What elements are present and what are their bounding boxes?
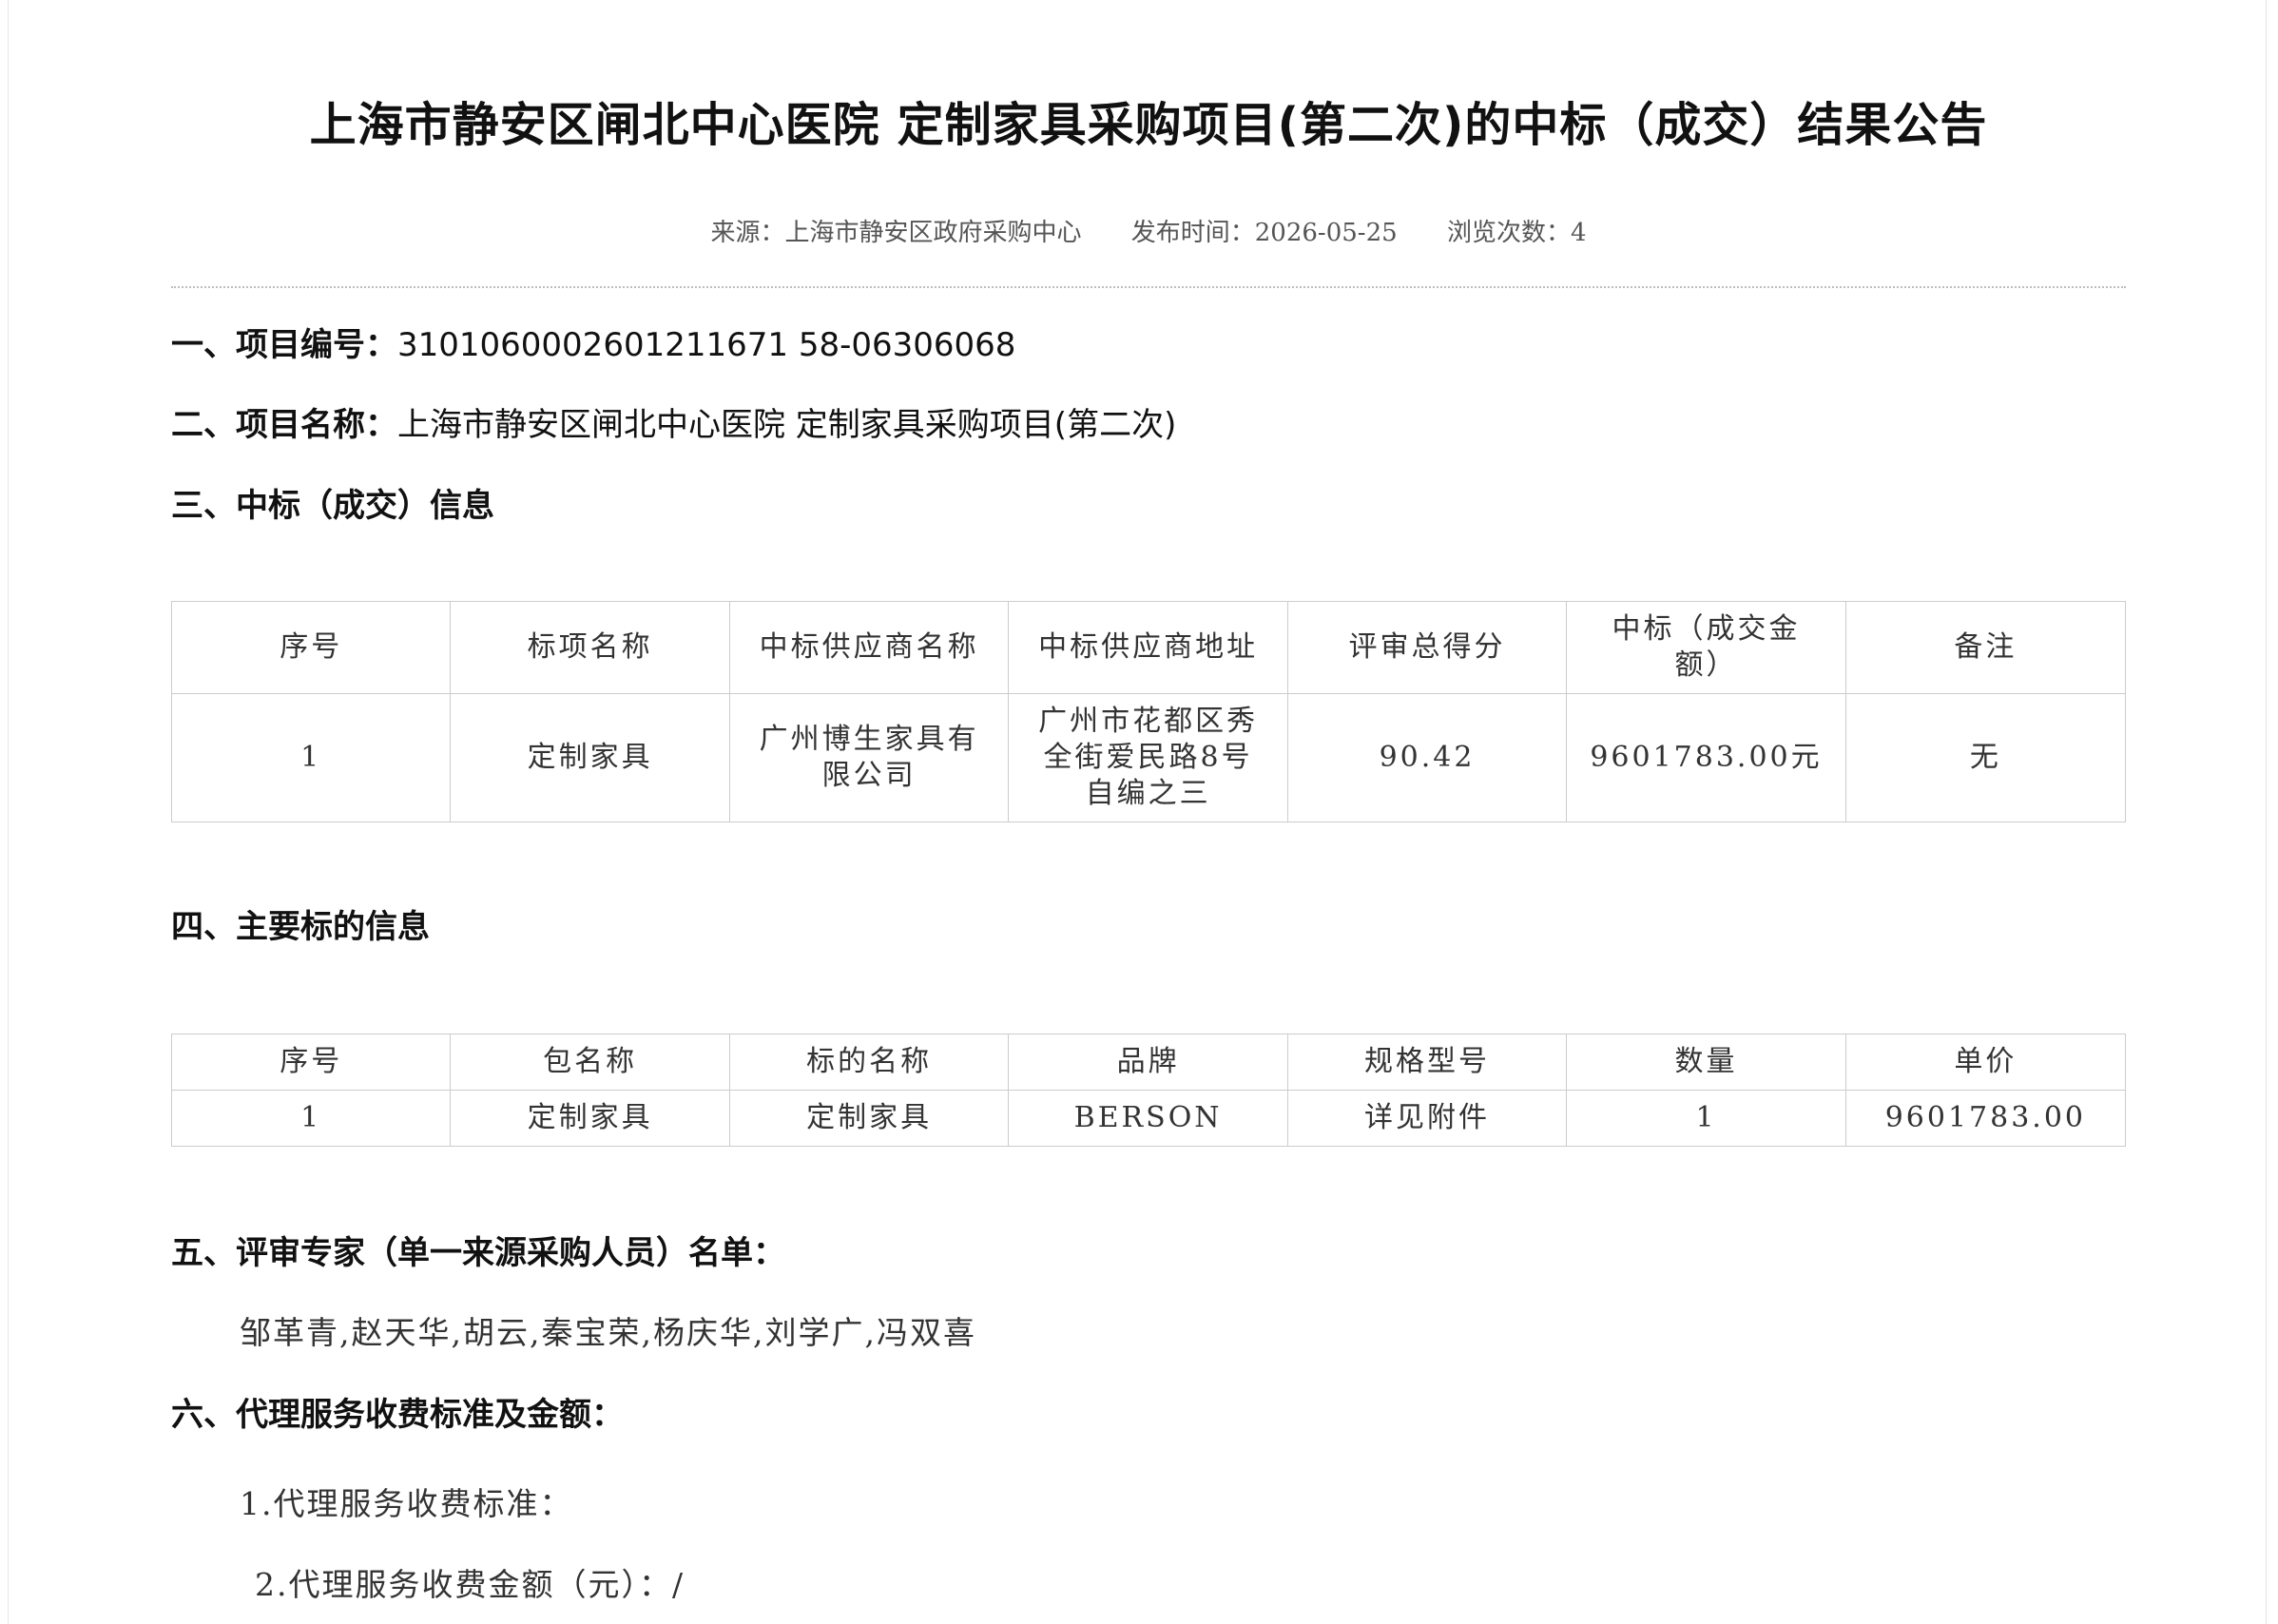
table-cell: 9601783.00元 xyxy=(1566,693,1846,822)
project-number: 3101060002601211671 58-06306068 xyxy=(397,326,1016,364)
divider xyxy=(171,286,2126,288)
column-header: 标项名称 xyxy=(450,601,730,694)
table-cell: BERSON xyxy=(1008,1090,1288,1147)
column-header: 包名称 xyxy=(450,1034,730,1091)
table-cell: 1 xyxy=(1566,1090,1846,1147)
meta-line: 来源：上海市静安区政府采购中心 发布时间：2026-05-25 浏览次数：4 xyxy=(171,213,2126,248)
column-header: 标的名称 xyxy=(728,1034,1010,1091)
column-header: 中标（成交金额） xyxy=(1566,601,1846,694)
award-table: 序号 标项名称 中标供应商名称 中标供应商地址 评审总得分 中标（成交金额） 备… xyxy=(170,601,2127,822)
section-label: 二、项目名称： xyxy=(171,406,397,444)
table-header-row: 序号 包名称 标的名称 品牌 规格型号 数量 单价 xyxy=(170,1034,2127,1091)
table-cell: 90.42 xyxy=(1286,693,1568,822)
table-row: 1 定制家具 定制家具 BERSON 详见附件 1 9601783.00 xyxy=(170,1090,2127,1147)
table-cell: 定制家具 xyxy=(450,693,730,822)
project-name: 上海市静安区闸北中心医院 定制家具采购项目(第二次) xyxy=(397,406,1177,444)
column-header: 规格型号 xyxy=(1286,1034,1568,1091)
table-row: 1 定制家具 广州博生家具有限公司 广州市花都区秀全街爱民路8号自编之三 90.… xyxy=(170,693,2127,822)
item-table: 序号 包名称 标的名称 品牌 规格型号 数量 单价 1 定制家具 定制家具 BE… xyxy=(170,1034,2127,1147)
table-cell: 广州市花都区秀全街爱民路8号自编之三 xyxy=(1008,693,1288,822)
fee-standard: 1.代理服务收费标准： xyxy=(240,1485,573,1522)
column-header: 评审总得分 xyxy=(1286,601,1568,694)
table-cell: 1 xyxy=(170,693,452,822)
section-main-items: 四、主要标的信息 xyxy=(171,908,430,946)
column-header: 备注 xyxy=(1844,601,2127,694)
section-project-name: 二、项目名称：上海市静安区闸北中心医院 定制家具采购项目(第二次) xyxy=(171,398,1176,445)
table-cell: 1 xyxy=(170,1090,452,1147)
table-cell: 无 xyxy=(1844,693,2127,822)
column-header: 中标供应商地址 xyxy=(1008,601,1288,694)
table-cell: 9601783.00 xyxy=(1844,1090,2127,1147)
column-header: 中标供应商名称 xyxy=(728,601,1010,694)
source-text: 来源：上海市静安区政府采购中心 xyxy=(710,219,1082,247)
publish-time: 发布时间：2026-05-25 xyxy=(1130,219,1398,247)
table-cell: 定制家具 xyxy=(450,1090,730,1147)
fee-amount: 2.代理服务收费金额（元）：/ xyxy=(255,1566,685,1603)
section-experts: 五、评审专家（单一来源采购人员）名单： xyxy=(171,1234,785,1272)
page-title: 上海市静安区闸北中心医院 定制家具采购项目(第二次)的中标（成交）结果公告 xyxy=(309,98,1988,152)
column-header: 品牌 xyxy=(1008,1034,1288,1091)
table-header-row: 序号 标项名称 中标供应商名称 中标供应商地址 评审总得分 中标（成交金额） 备… xyxy=(170,601,2127,694)
view-count: 浏览次数：4 xyxy=(1446,219,1587,247)
table-cell: 广州博生家具有限公司 xyxy=(728,693,1010,822)
column-header: 序号 xyxy=(170,601,452,694)
expert-list: 邹革青,赵天华,胡云,秦宝荣,杨庆华,刘学广,冯双喜 xyxy=(240,1314,976,1351)
table-cell: 定制家具 xyxy=(728,1090,1010,1147)
section-award-info: 三、中标（成交）信息 xyxy=(171,487,494,525)
section-label: 一、项目编号： xyxy=(171,326,397,364)
column-header: 单价 xyxy=(1844,1034,2127,1091)
section-agency-fee: 六、代理服务收费标准及金额： xyxy=(171,1396,624,1434)
column-header: 数量 xyxy=(1566,1034,1846,1091)
section-project-number: 一、项目编号：3101060002601211671 58-06306068 xyxy=(171,319,1015,365)
column-header: 序号 xyxy=(170,1034,452,1091)
table-cell: 详见附件 xyxy=(1286,1090,1568,1147)
